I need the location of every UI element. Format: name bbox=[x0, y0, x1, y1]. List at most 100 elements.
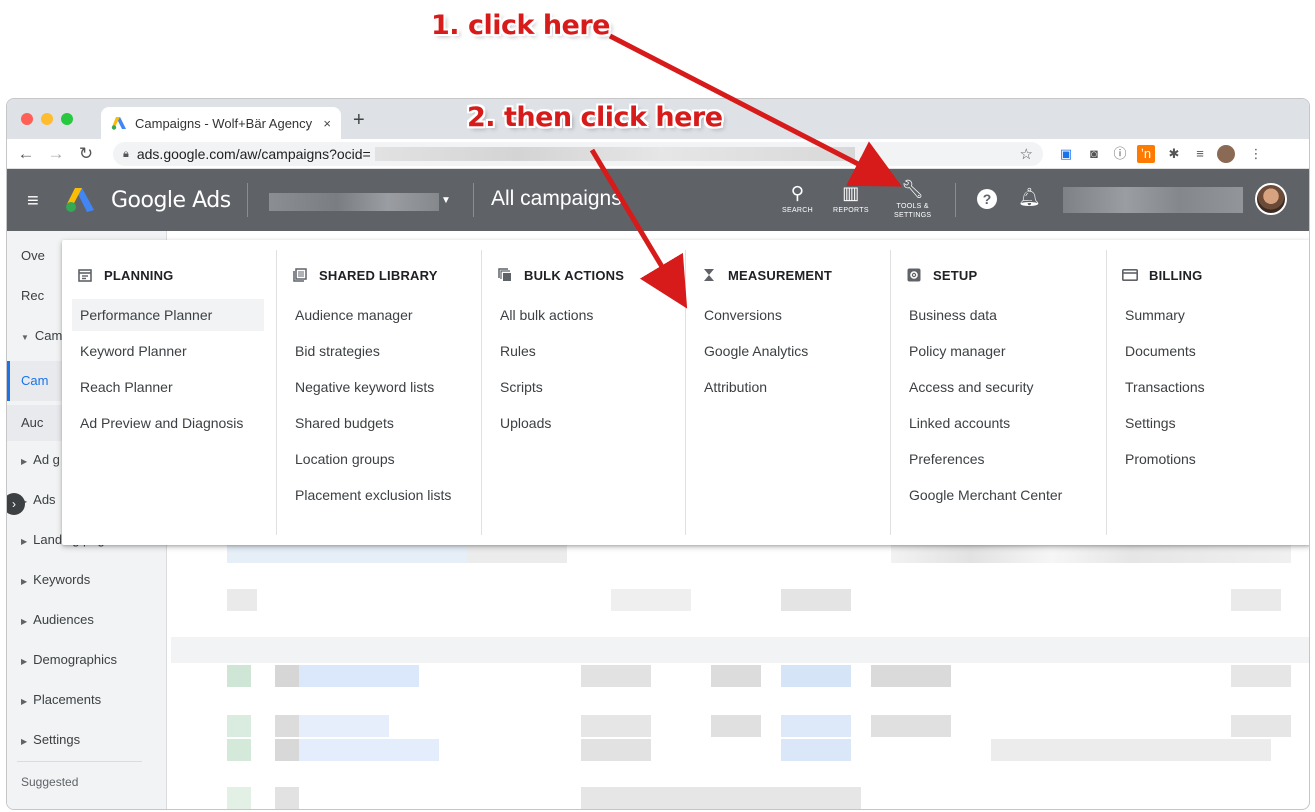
info-extension-icon[interactable]: ⓘ bbox=[1111, 145, 1129, 163]
sidebar-item-settings[interactable]: ▶ Settings bbox=[7, 725, 167, 755]
google-ads-logo-icon bbox=[65, 187, 95, 213]
page-title: All campaigns bbox=[491, 187, 622, 210]
zoom-window-button[interactable] bbox=[61, 113, 73, 125]
menu-item-policy-manager[interactable]: Policy manager bbox=[901, 335, 1006, 367]
browser-window: Campaigns - Wolf+Bär Agency × + ← → ↻ 🔒︎… bbox=[6, 98, 1310, 810]
new-tab-button[interactable]: + bbox=[353, 109, 365, 132]
browser-tab[interactable]: Campaigns - Wolf+Bär Agency × bbox=[101, 107, 341, 139]
menu-item-location-groups[interactable]: Location groups bbox=[287, 443, 395, 475]
reports-button[interactable]: ▥ REPORTS bbox=[833, 183, 869, 215]
minimize-window-button[interactable] bbox=[41, 113, 53, 125]
header-divider bbox=[473, 183, 474, 217]
search-button[interactable]: ⚲ SEARCH bbox=[782, 183, 813, 215]
menu-item-bid-strategies[interactable]: Bid strategies bbox=[287, 335, 380, 367]
google-ads-header: ≡ Google Ads ▼ All campaigns ⚲ SEARCH ▥ … bbox=[7, 169, 1309, 231]
annotation-step-1: 1. click here bbox=[431, 10, 610, 41]
menu-item-google-merchant-center[interactable]: Google Merchant Center bbox=[901, 479, 1062, 511]
account-caret-icon[interactable]: ▼ bbox=[441, 195, 451, 206]
user-account-redacted[interactable] bbox=[1063, 187, 1243, 213]
sidebar-item-keywords[interactable]: ▶ Keywords bbox=[7, 565, 167, 595]
google-ads-favicon-icon bbox=[111, 116, 127, 130]
sidebar-section-suggested: Suggested bbox=[21, 775, 79, 789]
calendar-icon bbox=[76, 266, 94, 284]
menu-item-promotions[interactable]: Promotions bbox=[1117, 443, 1196, 475]
menu-item-access-and-security[interactable]: Access and security bbox=[901, 371, 1034, 403]
close-window-button[interactable] bbox=[21, 113, 33, 125]
tab-close-icon[interactable]: × bbox=[323, 116, 331, 131]
browser-toolbar: ← → ↻ 🔒︎ ads.google.com/aw/campaigns?oci… bbox=[7, 139, 1309, 169]
campaigns-table-redacted bbox=[171, 541, 1309, 809]
menu-item-documents[interactable]: Documents bbox=[1117, 335, 1196, 367]
menu-item-shared-budgets[interactable]: Shared budgets bbox=[287, 407, 394, 439]
notifications-bell-icon[interactable]: 🔔︎ bbox=[1018, 187, 1041, 208]
puzzle-extensions-icon[interactable]: ✱ bbox=[1165, 145, 1183, 163]
bookmark-star-icon[interactable]: ☆ bbox=[1020, 145, 1033, 163]
menu-item-transactions[interactable]: Transactions bbox=[1117, 371, 1205, 403]
menu-heading-billing: BILLING bbox=[1121, 266, 1202, 284]
forward-icon[interactable]: → bbox=[45, 144, 67, 164]
tab-title: Campaigns - Wolf+Bär Agency bbox=[135, 115, 313, 131]
menu-item-performance-planner[interactable]: Performance Planner bbox=[72, 299, 264, 331]
menu-item-keyword-planner[interactable]: Keyword Planner bbox=[72, 335, 187, 367]
expand-triangle-icon: ▶ bbox=[21, 577, 28, 586]
extension-blue-icon[interactable]: ▣ bbox=[1057, 145, 1075, 163]
sidebar-item-placements[interactable]: ▶ Placements bbox=[7, 685, 167, 715]
media-queue-icon[interactable]: ≡ bbox=[1191, 145, 1209, 163]
menu-item-audience-manager[interactable]: Audience manager bbox=[287, 299, 413, 331]
expand-triangle-icon: ▶ bbox=[21, 657, 28, 666]
menu-item-uploads[interactable]: Uploads bbox=[492, 407, 551, 439]
menu-item-ad-preview-diagnosis[interactable]: Ad Preview and Diagnosis bbox=[72, 407, 243, 439]
menu-item-reach-planner[interactable]: Reach Planner bbox=[72, 371, 173, 403]
wrench-icon: 🔧︎ bbox=[901, 179, 925, 199]
hourglass-icon bbox=[700, 266, 718, 284]
menu-column-setup: SETUP Business data Policy manager Acces… bbox=[890, 250, 1106, 535]
sidebar-item-audiences[interactable]: ▶ Audiences bbox=[7, 605, 167, 635]
card-icon bbox=[1121, 266, 1139, 284]
copy-icon bbox=[496, 266, 514, 284]
orange-extension-icon[interactable]: ʼn bbox=[1137, 145, 1155, 163]
reload-icon[interactable]: ↻ bbox=[75, 144, 97, 164]
expand-triangle-icon: ▶ bbox=[21, 457, 28, 466]
back-icon[interactable]: ← bbox=[15, 144, 37, 164]
sidebar-item-demographics[interactable]: ▶ Demographics bbox=[7, 645, 167, 675]
tools-settings-menu: PLANNING Performance Planner Keyword Pla… bbox=[62, 240, 1309, 545]
menu-item-conversions[interactable]: Conversions bbox=[696, 299, 782, 331]
menu-item-google-analytics[interactable]: Google Analytics bbox=[696, 335, 808, 367]
menu-item-settings[interactable]: Settings bbox=[1117, 407, 1176, 439]
lock-icon: 🔒︎ bbox=[123, 147, 129, 160]
expand-triangle-icon: ▶ bbox=[21, 617, 28, 626]
expand-triangle-icon: ▶ bbox=[21, 537, 28, 546]
menu-item-business-data[interactable]: Business data bbox=[901, 299, 997, 331]
menu-item-rules[interactable]: Rules bbox=[492, 335, 536, 367]
menu-item-preferences[interactable]: Preferences bbox=[901, 443, 984, 475]
menu-item-negative-keyword-lists[interactable]: Negative keyword lists bbox=[287, 371, 434, 403]
search-icon: ⚲ bbox=[790, 183, 805, 203]
menu-heading-setup: SETUP bbox=[905, 266, 977, 284]
menu-item-scripts[interactable]: Scripts bbox=[492, 371, 543, 403]
brand-name: Google Ads bbox=[111, 188, 231, 213]
account-selector-redacted[interactable] bbox=[269, 193, 439, 211]
menu-column-billing: BILLING Summary Documents Transactions S… bbox=[1106, 250, 1309, 535]
profile-avatar-icon[interactable] bbox=[1217, 145, 1235, 163]
menu-item-linked-accounts[interactable]: Linked accounts bbox=[901, 407, 1010, 439]
camera-extension-icon[interactable]: ◙ bbox=[1085, 145, 1103, 163]
menu-item-attribution[interactable]: Attribution bbox=[696, 371, 767, 403]
more-menu-icon[interactable]: ⋮ bbox=[1247, 145, 1265, 163]
menu-column-bulk-actions: BULK ACTIONS All bulk actions Rules Scri… bbox=[481, 250, 685, 535]
avatar[interactable] bbox=[1255, 183, 1287, 215]
address-bar[interactable]: 🔒︎ ads.google.com/aw/campaigns?ocid= ☆ bbox=[113, 142, 1043, 166]
hamburger-menu-icon[interactable]: ≡ bbox=[27, 190, 39, 213]
menu-heading-planning: PLANNING bbox=[76, 266, 174, 284]
header-divider bbox=[955, 183, 956, 217]
menu-item-all-bulk-actions[interactable]: All bulk actions bbox=[492, 299, 593, 331]
tools-settings-button[interactable]: 🔧︎ TOOLS & SETTINGS bbox=[894, 179, 931, 220]
sidebar-divider bbox=[17, 761, 142, 762]
collapse-triangle-icon: ▼ bbox=[21, 333, 29, 342]
help-icon[interactable]: ? bbox=[977, 189, 997, 209]
menu-item-summary[interactable]: Summary bbox=[1117, 299, 1185, 331]
menu-item-placement-exclusion-lists[interactable]: Placement exclusion lists bbox=[287, 479, 451, 511]
annotation-step-2: 2. then click here bbox=[467, 102, 723, 133]
menu-heading-bulk-actions: BULK ACTIONS bbox=[496, 266, 624, 284]
header-divider bbox=[247, 183, 248, 217]
expand-triangle-icon: ▶ bbox=[21, 737, 28, 746]
